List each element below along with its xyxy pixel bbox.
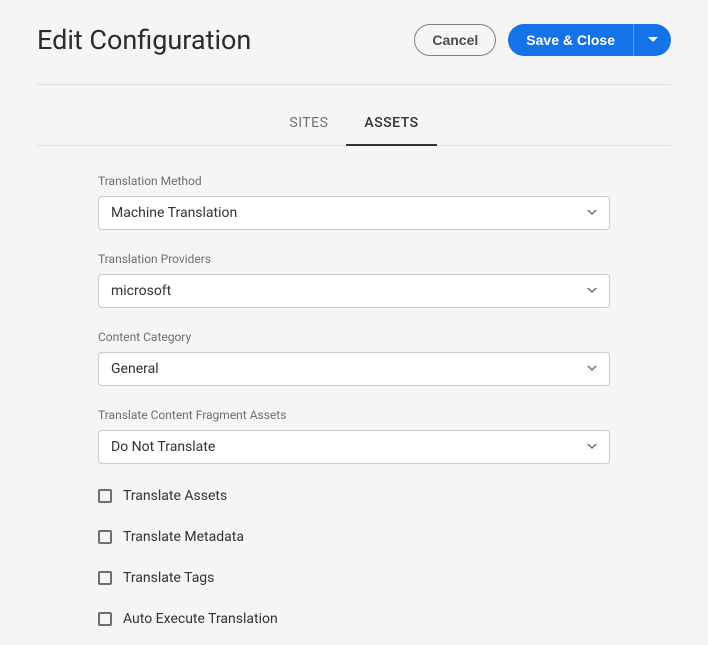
- select-translation-method[interactable]: Machine Translation: [98, 196, 610, 230]
- page-header: Edit Configuration Cancel Save & Close: [37, 24, 671, 85]
- tabs: SITES ASSETS: [37, 103, 671, 146]
- tab-assets[interactable]: ASSETS: [346, 103, 436, 146]
- checkbox-input[interactable]: [98, 612, 112, 626]
- checkbox-group: Translate Assets Translate Metadata Tran…: [98, 488, 610, 627]
- save-button-group: Save & Close: [508, 24, 671, 56]
- checkbox-label: Auto Execute Translation: [123, 611, 278, 627]
- checkbox-label: Translate Tags: [123, 570, 214, 586]
- select-translate-cf-assets[interactable]: Do Not Translate: [98, 430, 610, 464]
- checkbox-label: Translate Metadata: [123, 529, 244, 545]
- cancel-button[interactable]: Cancel: [414, 24, 496, 56]
- checkbox-translate-metadata[interactable]: Translate Metadata: [98, 529, 610, 545]
- field-translation-method: Translation Method Machine Translation: [98, 174, 610, 230]
- chevron-down-icon: [587, 210, 597, 216]
- select-value: Machine Translation: [111, 205, 237, 221]
- label-translate-cf-assets: Translate Content Fragment Assets: [98, 408, 610, 422]
- select-translation-providers[interactable]: microsoft: [98, 274, 610, 308]
- label-content-category: Content Category: [98, 330, 610, 344]
- checkbox-input[interactable]: [98, 571, 112, 585]
- page-title: Edit Configuration: [37, 24, 251, 56]
- checkbox-translate-assets[interactable]: Translate Assets: [98, 488, 610, 504]
- chevron-down-icon: [587, 288, 597, 294]
- field-translation-providers: Translation Providers microsoft: [98, 252, 610, 308]
- select-value: General: [111, 361, 159, 377]
- chevron-down-icon: [587, 444, 597, 450]
- select-value: Do Not Translate: [111, 439, 215, 455]
- chevron-down-icon: [648, 37, 658, 43]
- save-close-button[interactable]: Save & Close: [508, 24, 633, 56]
- chevron-down-icon: [587, 366, 597, 372]
- select-value: microsoft: [111, 283, 171, 299]
- checkbox-label: Translate Assets: [123, 488, 227, 504]
- checkbox-input[interactable]: [98, 489, 112, 503]
- tab-sites[interactable]: SITES: [271, 103, 346, 146]
- form: Translation Method Machine Translation T…: [37, 146, 671, 627]
- checkbox-input[interactable]: [98, 530, 112, 544]
- checkbox-translate-tags[interactable]: Translate Tags: [98, 570, 610, 586]
- label-translation-method: Translation Method: [98, 174, 610, 188]
- field-content-category: Content Category General: [98, 330, 610, 386]
- select-content-category[interactable]: General: [98, 352, 610, 386]
- header-actions: Cancel Save & Close: [414, 24, 671, 56]
- checkbox-auto-execute[interactable]: Auto Execute Translation: [98, 611, 610, 627]
- label-translation-providers: Translation Providers: [98, 252, 610, 266]
- field-translate-cf-assets: Translate Content Fragment Assets Do Not…: [98, 408, 610, 464]
- save-dropdown-button[interactable]: [633, 24, 671, 56]
